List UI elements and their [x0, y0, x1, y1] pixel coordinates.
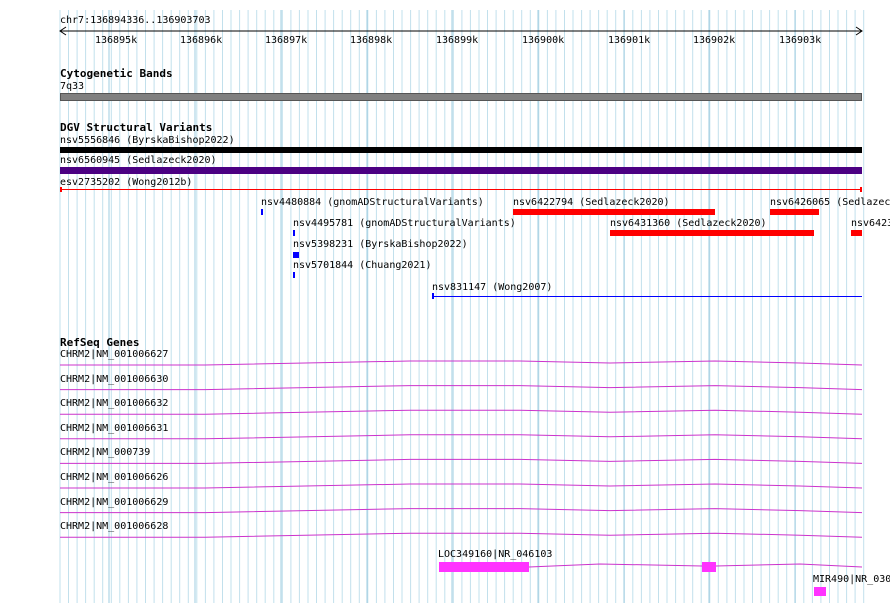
gene-intron-line[interactable] — [528, 563, 863, 568]
transcript-line[interactable] — [60, 532, 863, 538]
transcript-line[interactable] — [60, 360, 863, 366]
transcript-line[interactable] — [60, 483, 863, 489]
genome-browser-view[interactable]: chr7:136894336..136903703 136895k 136896… — [0, 0, 890, 603]
gene-exon[interactable] — [702, 562, 716, 572]
gene-exon[interactable] — [814, 587, 826, 596]
transcript-label: CHRM2|NM_001006630 — [60, 373, 169, 385]
transcript-line[interactable] — [60, 458, 863, 464]
transcript-label: CHRM2|NM_001006629 — [60, 496, 169, 508]
transcript-label: CHRM2|NM_001006632 — [60, 398, 169, 410]
transcript-label: CHRM2|NM_001006626 — [60, 472, 169, 483]
transcript-line[interactable] — [60, 508, 863, 514]
transcript-label: CHRM2|NM_001006627 — [60, 349, 169, 360]
gene-label: LOC349160|NR_046103 — [438, 549, 553, 560]
transcript-line[interactable] — [60, 409, 863, 415]
transcript-label: CHRM2|NM_001006631 — [60, 422, 169, 434]
gene-exon[interactable] — [439, 562, 529, 572]
transcript-line[interactable] — [60, 385, 863, 391]
transcript-label: CHRM2|NM_001006628 — [60, 521, 169, 533]
gene-label: MIR490|NR_030 — [813, 574, 890, 585]
refseq-transcript-lines[interactable] — [0, 0, 890, 603]
transcript-label: CHRM2|NM_000739 — [60, 447, 151, 459]
transcript-line[interactable] — [60, 434, 863, 440]
